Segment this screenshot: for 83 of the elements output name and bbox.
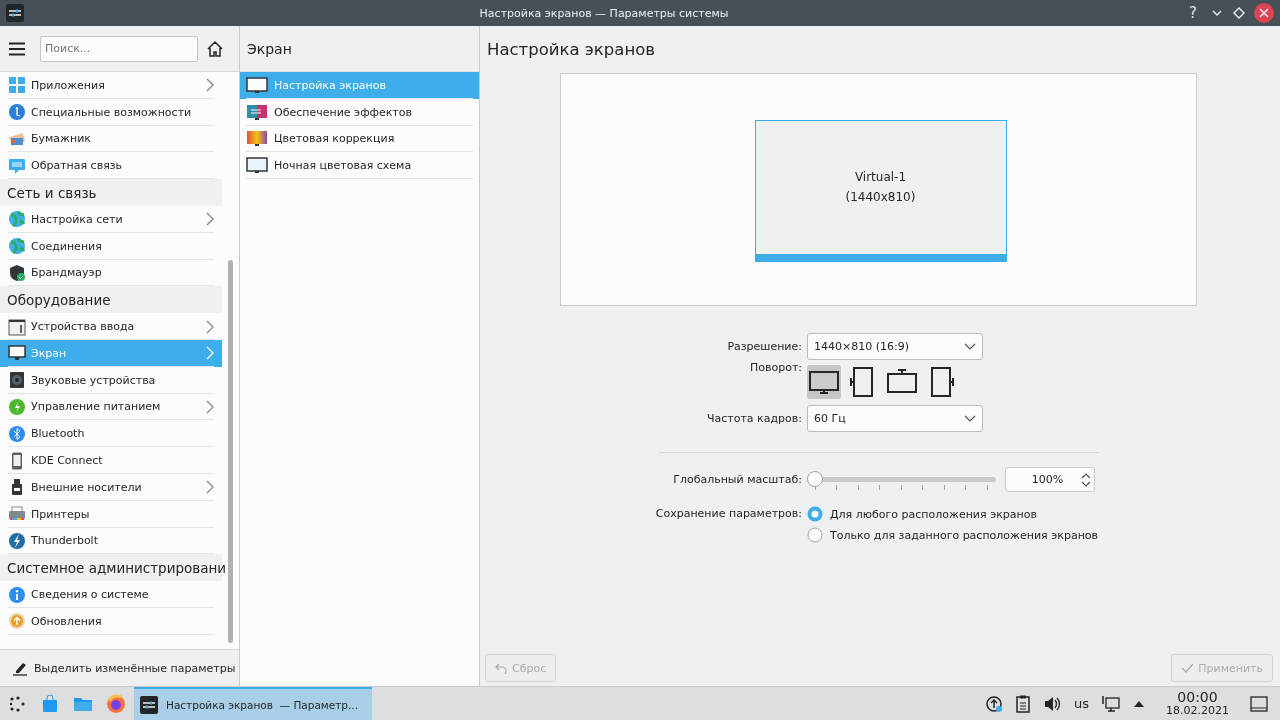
monitor-icon bbox=[246, 76, 268, 94]
pen-icon bbox=[12, 660, 28, 676]
shield-icon bbox=[8, 263, 26, 282]
search-field[interactable]: Поиск... bbox=[40, 35, 198, 62]
sidebar-item[interactable]: KDE Connect bbox=[0, 447, 222, 474]
launcher-icon[interactable] bbox=[8, 695, 25, 712]
monitor-icon bbox=[8, 344, 26, 363]
settings-app-icon bbox=[6, 4, 24, 22]
color-monitor-icon bbox=[246, 130, 268, 148]
subpage-item[interactable]: Цветовая коррекция bbox=[240, 125, 479, 153]
rotation-button[interactable] bbox=[807, 365, 841, 399]
sidebar-item[interactable]: Устройства ввода bbox=[0, 313, 222, 340]
grid-icon bbox=[8, 76, 26, 95]
sidebar-item[interactable]: Thunderbolt bbox=[0, 527, 222, 555]
sidebar-item[interactable]: Соединения bbox=[0, 232, 222, 260]
radio-label: Для любого расположения экранов bbox=[830, 507, 1037, 521]
sidebar-item[interactable]: Приложения bbox=[0, 72, 222, 99]
chevron-down-icon bbox=[964, 342, 976, 351]
sidebar-item[interactable]: Управление питанием bbox=[0, 393, 222, 421]
section-header: Сеть и связь bbox=[0, 179, 222, 206]
chevron-down-icon bbox=[964, 414, 976, 423]
speaker-icon[interactable] bbox=[1043, 695, 1061, 712]
show-desktop-icon[interactable] bbox=[1250, 695, 1268, 712]
help-button[interactable]: ? bbox=[1184, 4, 1202, 22]
speaker-icon bbox=[8, 371, 26, 390]
undo-icon bbox=[495, 662, 507, 674]
bluetooth-icon bbox=[8, 424, 26, 443]
radio-button[interactable] bbox=[807, 506, 823, 522]
field-label: Глобальный масштаб: bbox=[672, 473, 802, 486]
subpage-item[interactable]: Ночная цветовая схема bbox=[240, 152, 479, 180]
expand-arrow-icon[interactable] bbox=[1133, 699, 1145, 708]
slider-handle[interactable] bbox=[807, 470, 823, 487]
update-icon bbox=[8, 612, 26, 631]
sidebar-item[interactable]: Принтеры bbox=[0, 500, 222, 528]
sidebar-item[interactable]: Сведения о системе bbox=[0, 581, 222, 608]
settings-app-icon bbox=[140, 695, 158, 714]
output-screen[interactable]: Virtual-1 (1440x810) bbox=[754, 119, 1007, 262]
checkmark-icon bbox=[1181, 662, 1194, 674]
subpage-item[interactable]: Обеспечение эффектов bbox=[240, 98, 479, 126]
update-icon[interactable] bbox=[985, 694, 1003, 713]
digital-clock[interactable]: 00:00 18.02.2021 bbox=[1166, 690, 1229, 717]
field-label: Поворот: bbox=[748, 360, 802, 374]
taskbar-task[interactable]: Настройка экранов — Параметр... bbox=[134, 687, 372, 720]
radio-button[interactable] bbox=[807, 527, 823, 543]
field-label: Частота кадров: bbox=[706, 412, 802, 425]
section-header: Оборудование bbox=[0, 286, 222, 314]
field-label: Разрешение: bbox=[726, 340, 802, 353]
sidebar-item[interactable]: Звуковые устройства bbox=[0, 366, 222, 394]
speech-bubble-icon bbox=[8, 156, 26, 175]
sidebar-item[interactable]: Обратная связь bbox=[0, 152, 222, 180]
monitor-icon bbox=[246, 157, 268, 175]
output-name: Virtual-1 bbox=[854, 170, 907, 184]
globe-icon bbox=[8, 210, 26, 229]
wallet-icon bbox=[8, 130, 26, 148]
window-icon bbox=[8, 317, 26, 336]
info-icon bbox=[8, 585, 26, 604]
up-down-arrows-icon bbox=[1081, 471, 1091, 488]
lightning-icon bbox=[8, 531, 26, 550]
sidebar-item[interactable]: Обновления bbox=[0, 607, 222, 635]
clipboard-icon[interactable] bbox=[1016, 694, 1030, 713]
window-title: Настройка экранов — Параметры системы bbox=[478, 6, 730, 20]
scale-spinbox[interactable]: 100% bbox=[1005, 467, 1095, 492]
radio-label: Только для заданного расположения экранов bbox=[830, 528, 1099, 542]
page-title: Настройка экранов bbox=[486, 38, 657, 61]
resolution-dropdown[interactable]: 1440×810 (16:9) bbox=[807, 333, 983, 360]
scrollbar-thumb[interactable] bbox=[228, 260, 233, 643]
effects-monitor-icon bbox=[246, 103, 268, 121]
sidebar-item[interactable]: Бумажник bbox=[0, 125, 222, 153]
page-title: Экран bbox=[240, 26, 479, 72]
home-icon bbox=[206, 39, 224, 58]
refresh-rate-dropdown[interactable]: 60 Гц bbox=[807, 405, 983, 432]
keyboard-layout[interactable]: us bbox=[1074, 696, 1089, 711]
output-resolution: (1440x810) bbox=[845, 190, 916, 204]
browser-icon[interactable] bbox=[105, 693, 126, 714]
sidebar-item[interactable]: Брандмауэр bbox=[0, 259, 222, 287]
sidebar-item[interactable]: Настройка сети bbox=[0, 206, 222, 233]
field-label: Сохранение параметров: bbox=[654, 506, 802, 520]
globe-icon bbox=[8, 237, 26, 256]
sidebar-item[interactable]: Bluetooth bbox=[0, 420, 222, 448]
sidebar-item[interactable]: Внешние носители bbox=[0, 473, 222, 501]
sidebar-item[interactable]: Специальные возможности bbox=[0, 98, 222, 126]
menu-icon bbox=[8, 41, 26, 56]
power-icon bbox=[8, 397, 26, 416]
